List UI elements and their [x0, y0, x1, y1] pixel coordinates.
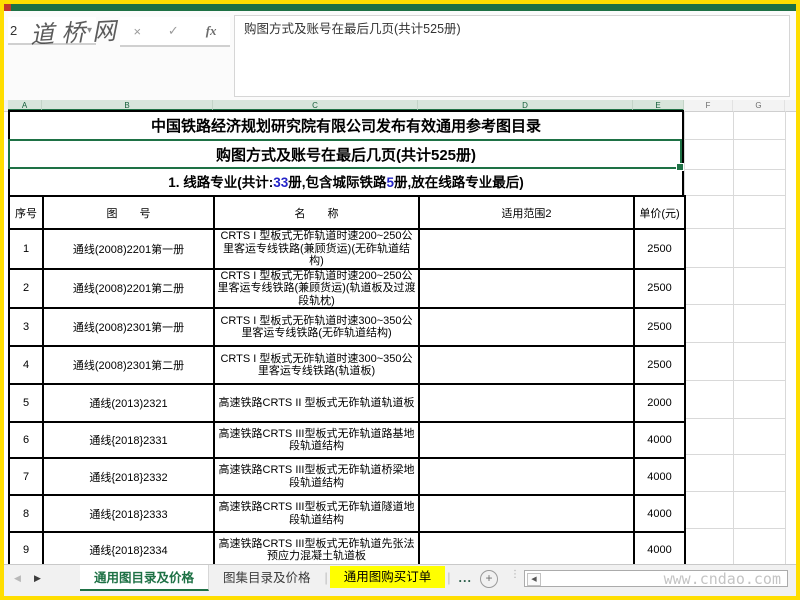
- cell-no[interactable]: 6: [8, 421, 44, 459]
- count-intercity: 5: [386, 175, 395, 190]
- table-header-row: 序号 图 号 名 称 适用范围2 单价(元): [8, 195, 686, 230]
- tab-nav-left-icon[interactable]: ◀: [14, 573, 21, 584]
- column-header-g[interactable]: G: [733, 100, 785, 111]
- confirm-icon[interactable]: ✓: [168, 23, 179, 39]
- new-sheet-button[interactable]: +: [479, 570, 498, 588]
- cancel-icon[interactable]: ×: [133, 24, 141, 39]
- cell-code[interactable]: 通线{2018}2331: [42, 421, 215, 459]
- sheet-tab-bar: ◀ ▶ 通用图目录及价格 图集目录及价格 | 通用图购买订单 | ... + ⋮…: [4, 564, 796, 596]
- cell-name[interactable]: CRTS I 型板式无砟轨道时速200~250公里客运专线铁路(兼顾货运)(轨道…: [213, 267, 420, 309]
- cell-code[interactable]: 通线(2008)2301第一册: [42, 307, 215, 347]
- cell-price[interactable]: 2000: [633, 383, 686, 423]
- cell-scope[interactable]: [418, 307, 635, 347]
- cell-price[interactable]: 4000: [633, 531, 686, 569]
- cell-no[interactable]: 2: [8, 267, 44, 309]
- formula-bar-input[interactable]: 购图方式及账号在最后几页(共计525册): [234, 15, 790, 97]
- table-row: 2 通线(2008)2201第二册 CRTS I 型板式无砟轨道时速200~25…: [8, 267, 686, 309]
- table-row: 1 通线(2008)2201第一册 CRTS I 型板式无砟轨道时速200~25…: [8, 228, 686, 270]
- cell-scope[interactable]: [418, 531, 635, 569]
- table-row: 7 通线{2018}2332 高速铁路CRTS III型板式无砟轨道桥梁地段轨道…: [8, 457, 686, 496]
- header-scope[interactable]: 适用范围2: [418, 195, 635, 230]
- cell-name[interactable]: 高速铁路CRTS II 型板式无砟轨道轨道板: [213, 383, 420, 423]
- cell-name[interactable]: 高速铁路CRTS III型板式无砟轨道桥梁地段轨道结构: [213, 457, 420, 496]
- formula-buttons: × ✓ fx: [120, 17, 230, 47]
- cell-price[interactable]: 4000: [633, 421, 686, 459]
- table-row: 5 通线(2013)2321 高速铁路CRTS II 型板式无砟轨道轨道板 20…: [8, 383, 686, 423]
- cell-scope[interactable]: [418, 345, 635, 385]
- more-sheets-button[interactable]: ...: [451, 565, 480, 591]
- header-price[interactable]: 单价(元): [633, 195, 686, 230]
- column-header-f[interactable]: F: [684, 100, 733, 111]
- catalog-title-cell[interactable]: 中国铁路经济规划研究院有限公司发布有效通用参考图目录: [10, 112, 682, 141]
- header-name[interactable]: 名 称: [213, 195, 420, 230]
- cell-name[interactable]: 高速铁路CRTS III型板式无砟轨道路基地段轨道结构: [213, 421, 420, 459]
- toolbar-separator-dots: ⋮: [106, 19, 117, 31]
- cell-no[interactable]: 8: [8, 494, 44, 533]
- cell-name[interactable]: CRTS I 型板式无砟轨道时速300~350公里客运专线铁路(无砟轨道结构): [213, 307, 420, 347]
- cell-no[interactable]: 1: [8, 228, 44, 270]
- cell-code[interactable]: 通线(2008)2201第二册: [42, 267, 215, 309]
- cell-price[interactable]: 2500: [633, 345, 686, 385]
- cell-price[interactable]: 4000: [633, 494, 686, 533]
- insert-function-icon[interactable]: fx: [206, 23, 217, 39]
- cell-code[interactable]: 通线{2018}2333: [42, 494, 215, 533]
- cell-code[interactable]: 通线(2008)2301第二册: [42, 345, 215, 385]
- table-row: 8 通线{2018}2333 高速铁路CRTS III型板式无砟轨道隧道地段轨道…: [8, 494, 686, 533]
- cell-name[interactable]: CRTS I 型板式无砟轨道时速300~350公里客运专线铁路(轨道板): [213, 345, 420, 385]
- cell-price[interactable]: 4000: [633, 457, 686, 496]
- tab-atlas-catalog[interactable]: 图集目录及价格: [209, 565, 325, 591]
- cell-no[interactable]: 3: [8, 307, 44, 347]
- cell-code[interactable]: 通线(2008)2201第一册: [42, 228, 215, 270]
- cell-scope[interactable]: [418, 267, 635, 309]
- cell-scope[interactable]: [418, 494, 635, 533]
- cell-code[interactable]: 通线{2018}2332: [42, 457, 215, 496]
- count-books: 33: [273, 175, 289, 190]
- cell-name[interactable]: 高速铁路CRTS III型板式无砟轨道先张法预应力混凝土轨道板: [213, 531, 420, 569]
- cell-no[interactable]: 9: [8, 531, 44, 569]
- purchase-note-cell[interactable]: 购图方式及账号在最后几页(共计525册): [10, 141, 682, 171]
- tabbar-separator-dots: ⋮: [510, 569, 520, 580]
- tab-general-catalog[interactable]: 通用图目录及价格: [80, 565, 210, 591]
- tab-nav-right-icon[interactable]: ▶: [34, 573, 41, 584]
- title-bar-strip: [11, 4, 796, 11]
- cell-no[interactable]: 7: [8, 457, 44, 496]
- cell-no[interactable]: 5: [8, 383, 44, 423]
- cell-scope[interactable]: [418, 421, 635, 459]
- cell-price[interactable]: 2500: [633, 267, 686, 309]
- site-watermark-url: www.cndao.com: [663, 570, 781, 588]
- cell-code[interactable]: 通线(2013)2321: [42, 383, 215, 423]
- cell-name[interactable]: CRTS I 型板式无砟轨道时速200~250公里客运专线铁路(兼顾货运)(无砟…: [213, 228, 420, 270]
- spreadsheet-app: 2 ▾ ⋮ × ✓ fx 购图方式及账号在最后几页(共计525册) 道桥网 A …: [4, 4, 796, 596]
- table-row: 3 通线(2008)2301第一册 CRTS I 型板式无砟轨道时速300~35…: [8, 307, 686, 347]
- tab-purchase-order[interactable]: 通用图购买订单: [329, 566, 446, 588]
- scroll-left-icon[interactable]: ◀: [527, 573, 541, 586]
- table-row: 4 通线(2008)2301第二册 CRTS I 型板式无砟轨道时速300~35…: [8, 345, 686, 385]
- catalog-table: 序号 图 号 名 称 适用范围2 单价(元) 1 通线(2008)2201第一册…: [8, 195, 686, 569]
- sheet-tabs: 通用图目录及价格 图集目录及价格 | 通用图购买订单 | ... +: [80, 565, 498, 591]
- tab-separator: |: [324, 571, 328, 585]
- section-title-cell[interactable]: 1. 线路专业(共计:33册,包含城际铁路5册,放在线路专业最后): [10, 171, 682, 197]
- table-row: 6 通线{2018}2331 高速铁路CRTS III型板式无砟轨道路基地段轨道…: [8, 421, 686, 459]
- screenshot-frame: 2 ▾ ⋮ × ✓ fx 购图方式及账号在最后几页(共计525册) 道桥网 A …: [0, 0, 800, 600]
- title-block: 中国铁路经济规划研究院有限公司发布有效通用参考图目录 购图方式及账号在最后几页(…: [8, 110, 684, 195]
- cell-name[interactable]: 高速铁路CRTS III型板式无砟轨道隧道地段轨道结构: [213, 494, 420, 533]
- cell-code[interactable]: 通线{2018}2334: [42, 531, 215, 569]
- name-box-value: 2: [10, 23, 18, 38]
- cell-scope[interactable]: [418, 383, 635, 423]
- horizontal-scrollbar[interactable]: ◀ www.cndao.com: [524, 570, 788, 587]
- header-code[interactable]: 图 号: [42, 195, 215, 230]
- table-row: 9 通线{2018}2334 高速铁路CRTS III型板式无砟轨道先张法预应力…: [8, 531, 686, 569]
- header-seq[interactable]: 序号: [8, 195, 44, 230]
- cell-price[interactable]: 2500: [633, 228, 686, 270]
- cell-scope[interactable]: [418, 228, 635, 270]
- name-box-dropdown-icon[interactable]: ▾: [87, 17, 92, 45]
- cell-scope[interactable]: [418, 457, 635, 496]
- name-box[interactable]: 2 ▾: [8, 17, 96, 45]
- cell-price[interactable]: 2500: [633, 307, 686, 347]
- cell-no[interactable]: 4: [8, 345, 44, 385]
- formula-toolbar: 2 ▾ ⋮ × ✓ fx 购图方式及账号在最后几页(共计525册) 道桥网: [4, 11, 796, 101]
